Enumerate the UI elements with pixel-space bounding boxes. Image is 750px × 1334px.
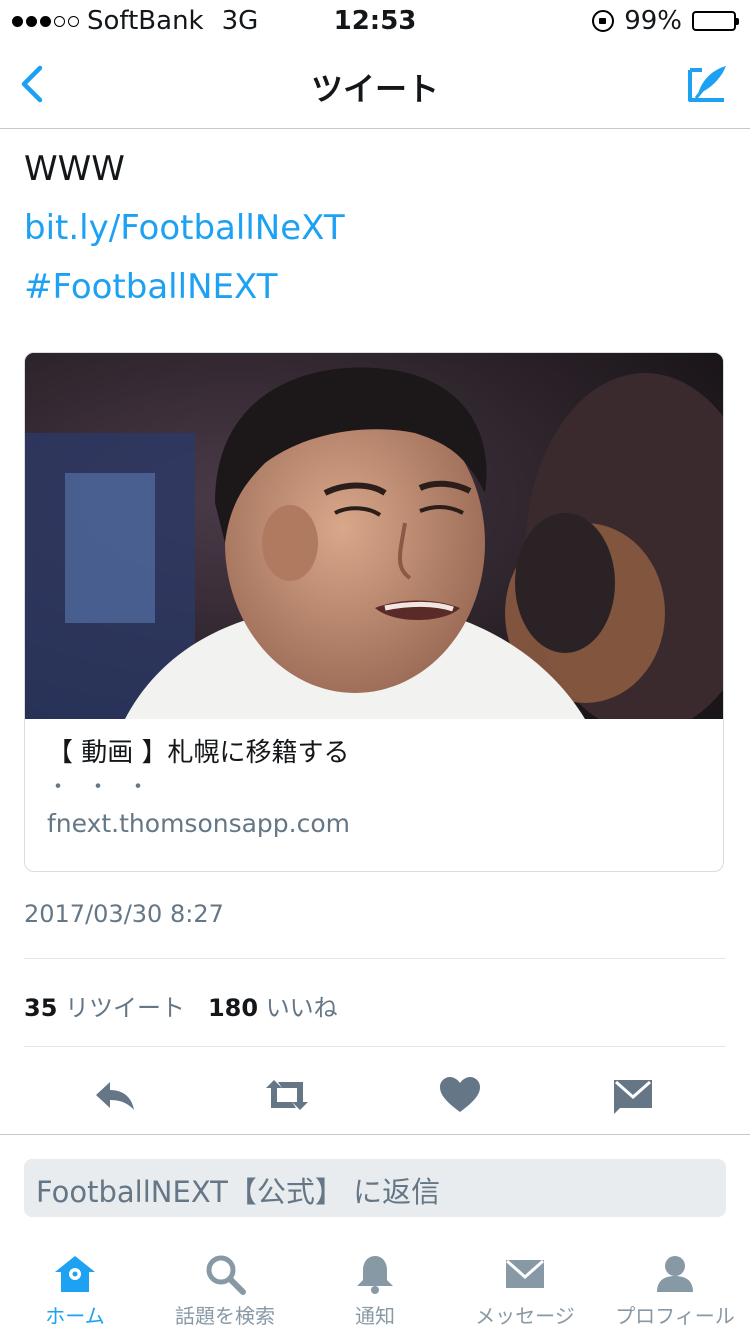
rotation-lock-icon xyxy=(592,10,615,32)
status-right: 99% xyxy=(592,6,739,36)
retweet-icon[interactable] xyxy=(262,1070,312,1120)
reply-bar: FootballNEXT【公式】 に返信 xyxy=(0,1134,750,1235)
message-icon[interactable] xyxy=(608,1070,658,1120)
reply-input[interactable]: FootballNEXT【公式】 に返信 xyxy=(24,1159,726,1217)
navigation-bar: ツイート xyxy=(0,40,750,129)
tab-bar: ホーム 話題を検索 通知 メッセージ プロフィール xyxy=(0,1244,750,1334)
tab-messages[interactable]: メッセージ xyxy=(450,1244,600,1334)
divider xyxy=(24,958,726,959)
person-icon xyxy=(657,1256,693,1292)
tab-label: プロフィール xyxy=(615,1304,735,1328)
tweet-link[interactable]: bit.ly/FootballNeXT xyxy=(24,199,345,258)
bell-icon xyxy=(357,1256,393,1294)
card-info: 【 動画 】札幌に移籍する ・・・ fnext.thomsonsapp.com xyxy=(25,719,723,854)
card-description: ・・・ xyxy=(47,775,168,800)
video-still-image xyxy=(25,353,723,719)
tab-profile[interactable]: プロフィール xyxy=(600,1244,750,1334)
search-icon xyxy=(206,1255,246,1295)
like-icon[interactable] xyxy=(435,1070,485,1120)
retweet-label[interactable]: リツイート xyxy=(65,994,185,1022)
tweet-stats: 35 リツイート 180 いいね xyxy=(24,988,338,1023)
tab-notifications[interactable]: 通知 xyxy=(300,1244,450,1334)
like-count[interactable]: 180 xyxy=(208,994,258,1022)
tweet-timestamp: 2017/03/30 8:27 xyxy=(24,900,224,928)
tweet-body: WWW xyxy=(24,149,125,189)
battery-icon xyxy=(692,11,739,31)
card-thumbnail[interactable] xyxy=(25,353,723,719)
tab-label: 話題を検索 xyxy=(175,1304,275,1328)
card-title: 【 動画 】札幌に移籍する xyxy=(47,738,350,768)
compose-tweet-icon[interactable] xyxy=(684,60,730,106)
card-url: fnext.thomsonsapp.com xyxy=(47,809,351,838)
like-label[interactable]: いいね xyxy=(266,994,338,1022)
tab-label: メッセージ xyxy=(475,1304,575,1328)
status-bar: SoftBank 3G 12:53 99% xyxy=(0,0,750,40)
tab-label: ホーム xyxy=(45,1304,105,1328)
tab-search[interactable]: 話題を検索 xyxy=(150,1244,300,1334)
tab-label: 通知 xyxy=(355,1304,395,1328)
page-title: ツイート xyxy=(310,70,439,108)
battery-percent: 99% xyxy=(624,6,682,36)
reply-icon[interactable] xyxy=(90,1070,140,1120)
home-icon xyxy=(55,1256,95,1292)
envelope-icon xyxy=(506,1259,544,1288)
tab-home[interactable]: ホーム xyxy=(0,1244,150,1334)
tweet-hashtag[interactable]: #FootballNEXT xyxy=(24,258,345,317)
divider xyxy=(24,1046,726,1047)
link-card[interactable]: 【 動画 】札幌に移籍する ・・・ fnext.thomsonsapp.com xyxy=(24,352,724,872)
tweet-actions xyxy=(0,1060,750,1130)
tweet-text: WWW bit.ly/FootballNeXT #FootballNEXT xyxy=(24,140,345,317)
retweet-count[interactable]: 35 xyxy=(24,994,57,1022)
